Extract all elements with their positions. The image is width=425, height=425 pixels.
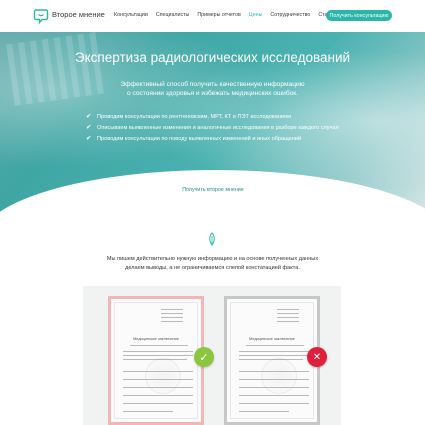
- hero-subtitle-line2: о состоянии здоровья и избежать медицинс…: [126, 90, 299, 97]
- get-consultation-button[interactable]: Получить консультацию: [326, 10, 392, 21]
- page: Второе мнение Консультации Специалисты П…: [0, 0, 425, 425]
- bullet-text: Проводим консультации по поводу выявленн…: [97, 136, 302, 142]
- check-icon: ✔: [86, 135, 92, 142]
- list-item: ✔ Проводим консультации по рентгеновским…: [85, 113, 355, 121]
- list-item: ✔ Описываем выявленные изменения и анало…: [85, 124, 355, 132]
- document-good-example: Медицинское заключение: [108, 296, 204, 425]
- bullet-text: Проводим консультации по рентгеновским, …: [97, 114, 291, 120]
- main-menu: Консультации Специалисты Примеры отчетов…: [114, 12, 343, 18]
- brand-name[interactable]: Второе мнение: [52, 10, 105, 19]
- document-heading: Медицинское заключение: [133, 337, 179, 341]
- hero-title: Экспертиза радиологических исследований: [74, 50, 351, 65]
- watermark-stamp: [145, 358, 181, 394]
- intro-line2: делаем выводы, а не ограничиваемся слепо…: [125, 264, 300, 271]
- menu-item-prices[interactable]: Цены: [249, 12, 263, 18]
- menu-item-specialists[interactable]: Специалисты: [156, 12, 190, 18]
- menu-item-consultations[interactable]: Консультации: [114, 12, 148, 18]
- chat-bubble-logo-icon[interactable]: [33, 8, 49, 24]
- intro-line1: Мы пишем действительно нужную информацию…: [106, 256, 319, 262]
- intro-text: Мы пишем действительно нужную информацию…: [0, 255, 425, 272]
- watermark-stamp: [261, 358, 297, 394]
- menu-item-report-examples[interactable]: Примеры отчетов: [197, 12, 240, 18]
- top-navbar: Второе мнение Консультации Специалисты П…: [0, 0, 425, 32]
- list-item: ✔ Проводим консультации по поводу выявле…: [85, 135, 355, 143]
- check-icon: ✔: [86, 113, 92, 120]
- get-second-opinion-button[interactable]: Получить второе мнение: [173, 184, 253, 196]
- hero-subtitle: Эффективный способ получить качественную…: [0, 80, 425, 98]
- hero-subtitle-line1: Эффективный способ получить качественную…: [120, 81, 305, 88]
- menu-item-cooperation[interactable]: Сотрудничество: [270, 12, 310, 18]
- document-bad-example: Медицинское заключение: [224, 296, 320, 425]
- close-icon: ✕: [307, 347, 327, 367]
- check-icon: ✓: [194, 347, 214, 367]
- bullet-text: Описываем выявленные изменения и аналоги…: [97, 125, 339, 131]
- check-icon: ✔: [86, 124, 92, 131]
- hero-bullet-list: ✔ Проводим консультации по рентгеновским…: [85, 113, 355, 146]
- document-heading: Медицинское заключение: [249, 337, 295, 341]
- leaf-icon: [209, 232, 215, 246]
